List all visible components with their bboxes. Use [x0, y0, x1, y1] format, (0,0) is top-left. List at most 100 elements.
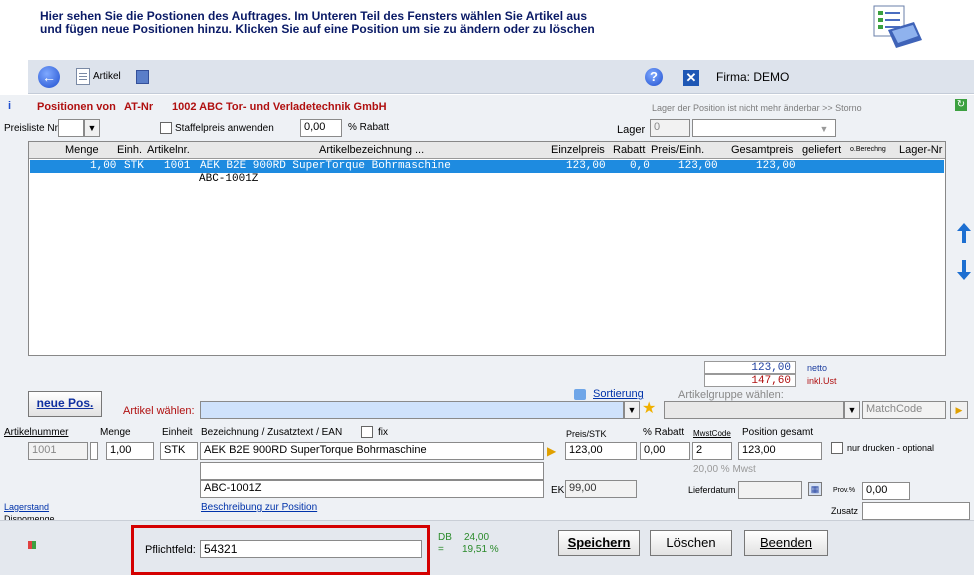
mwstcode-label[interactable]: MwstCode	[693, 429, 731, 438]
artikelgruppe-dropdown[interactable]: ▼	[844, 401, 860, 419]
intro-text: Hier sehen Sie die Postionen des Auftrag…	[40, 10, 595, 36]
sortierung-link[interactable]: Sortierung	[593, 388, 644, 400]
loeschen-button[interactable]: Löschen	[650, 530, 732, 556]
preis-label: Preis/STK	[566, 429, 607, 439]
col-artikelbezeichnung[interactable]: Artikelbezeichnung ...	[319, 144, 424, 156]
artikelnummer-field[interactable]: 1001	[28, 442, 88, 460]
bezeichnung-arrow-icon[interactable]: ▶	[547, 444, 556, 458]
prov-field[interactable]: 0,00	[862, 482, 910, 500]
color-squares-icon	[28, 541, 36, 549]
brutto-label: inkl.Ust	[807, 376, 837, 386]
col-gesamtpreis[interactable]: Gesamtpreis	[731, 144, 793, 156]
chevron-down-icon: ▼	[819, 124, 829, 134]
ek-label: EK	[551, 485, 565, 496]
article-document-icon[interactable]	[76, 68, 90, 85]
col-o-berechng[interactable]: o.Berechng	[850, 146, 886, 153]
bezeichnung-field[interactable]: AEK B2E 900RD SuperTorque Bohrmaschine	[200, 442, 544, 460]
calculator-icon[interactable]	[136, 70, 149, 84]
preis-field[interactable]: 123,00	[565, 442, 637, 460]
back-arrow-icon[interactable]: ←	[38, 66, 60, 88]
preisliste-field[interactable]	[58, 119, 84, 137]
lager-note: Lager der Position ist nicht mehr änderb…	[652, 103, 862, 113]
ean-field[interactable]: ABC-1001Z	[200, 480, 544, 498]
col-artikelnr[interactable]: Artikelnr.	[147, 144, 190, 156]
menge-field[interactable]: 1,00	[106, 442, 154, 460]
position-gesamt-label: Position gesamt	[742, 427, 814, 438]
rabatt-field[interactable]: 0,00	[640, 442, 690, 460]
ek-field[interactable]: 99,00	[565, 480, 637, 498]
move-up-arrow-icon[interactable]	[957, 223, 971, 243]
matchcode-go-icon[interactable]: ▶	[950, 401, 968, 419]
staffelpreis-checkbox[interactable]	[160, 122, 172, 134]
rabatt-percent-field[interactable]: 0,00	[300, 119, 342, 137]
col-menge[interactable]: Menge	[65, 144, 99, 156]
menge-spacer-field[interactable]	[90, 442, 98, 460]
position-gesamt-field: 123,00	[738, 442, 822, 460]
pflichtfeld-highlight-box	[131, 525, 430, 575]
staffelpreis-label: Staffelpreis anwenden	[175, 123, 274, 134]
rabatt-percent-label: % Rabatt	[348, 122, 390, 133]
menge-label: Menge	[100, 427, 131, 438]
speichern-button[interactable]: Speichern	[558, 530, 640, 556]
favorite-star-icon[interactable]: ★	[642, 400, 656, 418]
einheit-label: Einheit	[162, 427, 193, 438]
rabatt-label: % Rabatt	[643, 427, 685, 438]
netto-value: 123,00	[704, 361, 796, 374]
lager-field[interactable]: 0	[650, 119, 690, 137]
zusatz-field[interactable]	[862, 502, 970, 520]
preisliste-label: Preisliste Nr.	[4, 123, 61, 134]
zusatztext-field[interactable]	[200, 462, 544, 480]
fix-checkbox[interactable]	[361, 426, 373, 438]
lieferdatum-label: Lieferdatum	[688, 485, 736, 495]
calendar-icon[interactable]: ▦	[808, 482, 822, 496]
cell-preis-einh: 123,00	[678, 160, 718, 172]
matchcode-field[interactable]: MatchCode	[862, 401, 946, 419]
nur-drucken-checkbox[interactable]	[831, 442, 843, 454]
mwstcode-field[interactable]: 2	[692, 442, 732, 460]
bezeichnung-label: Bezeichnung / Zusatztext / EAN	[201, 427, 343, 438]
cell-einh: STK	[124, 160, 144, 172]
col-preis-einh[interactable]: Preis/Einh.	[651, 144, 704, 156]
cell-menge: 1,00	[90, 160, 117, 172]
db-value: 24,00	[464, 532, 490, 543]
lager-combo[interactable]	[692, 119, 836, 137]
brutto-value: 147,60	[704, 374, 796, 387]
lager-label: Lager	[617, 124, 646, 136]
lagerstand-link[interactable]: Lagerstand	[4, 502, 49, 512]
beschreibung-link[interactable]: Beschreibung zur Position	[201, 502, 317, 513]
lager-dropdown[interactable]: ▼	[816, 121, 832, 136]
chevron-down-icon: ▼	[87, 123, 97, 133]
artikel-dropdown[interactable]: ▼	[624, 401, 640, 419]
fix-label: fix	[378, 427, 388, 438]
col-einh[interactable]: Einh.	[117, 144, 142, 156]
table-row[interactable]: 1,00 STK 1001 AEK B2E 900RD SuperTorque …	[30, 160, 944, 173]
chevron-down-icon: ▼	[847, 405, 857, 415]
col-geliefert[interactable]: geliefert	[802, 144, 841, 156]
col-rabatt[interactable]: Rabatt	[613, 144, 645, 156]
nur-drucken-label: nur drucken - optional	[847, 443, 935, 453]
refresh-icon[interactable]: ↻	[955, 99, 967, 111]
chevron-down-icon: ▼	[627, 405, 637, 415]
col-lager-nr[interactable]: Lager-Nr	[899, 144, 942, 156]
neue-pos-button[interactable]: neue Pos.	[28, 391, 102, 417]
artikelnummer-label: Artikelnummer	[4, 427, 69, 438]
cell-einzelpreis: 123,00	[566, 160, 606, 172]
move-down-arrow-icon[interactable]	[957, 260, 971, 280]
cell-bezeichnung: AEK B2E 900RD SuperTorque Bohrmaschine	[200, 160, 451, 172]
grid-header: Menge Einh. Artikelnr. Artikelbezeichnun…	[29, 142, 945, 159]
close-icon[interactable]: ✕	[683, 70, 699, 86]
intro-line-2: und fügen neue Positionen hinzu. Klicken…	[40, 22, 595, 36]
customer-title: 1002 ABC Tor- und Verladetechnik GmbH	[172, 101, 387, 113]
sort-icon	[574, 389, 586, 400]
at-nr-label: AT-Nr	[124, 101, 154, 113]
db-label: DB	[438, 532, 452, 543]
artikel-button-label[interactable]: Artikel	[93, 71, 121, 82]
lieferdatum-field[interactable]	[738, 481, 802, 499]
einheit-field[interactable]: STK	[160, 442, 198, 460]
artikel-select[interactable]	[200, 401, 624, 419]
help-icon[interactable]: ?	[645, 68, 663, 86]
preisliste-dropdown[interactable]: ▼	[84, 119, 100, 137]
beenden-button[interactable]: Beenden	[744, 530, 828, 556]
col-einzelpreis[interactable]: Einzelpreis	[551, 144, 605, 156]
artikelgruppe-select[interactable]	[664, 401, 844, 419]
